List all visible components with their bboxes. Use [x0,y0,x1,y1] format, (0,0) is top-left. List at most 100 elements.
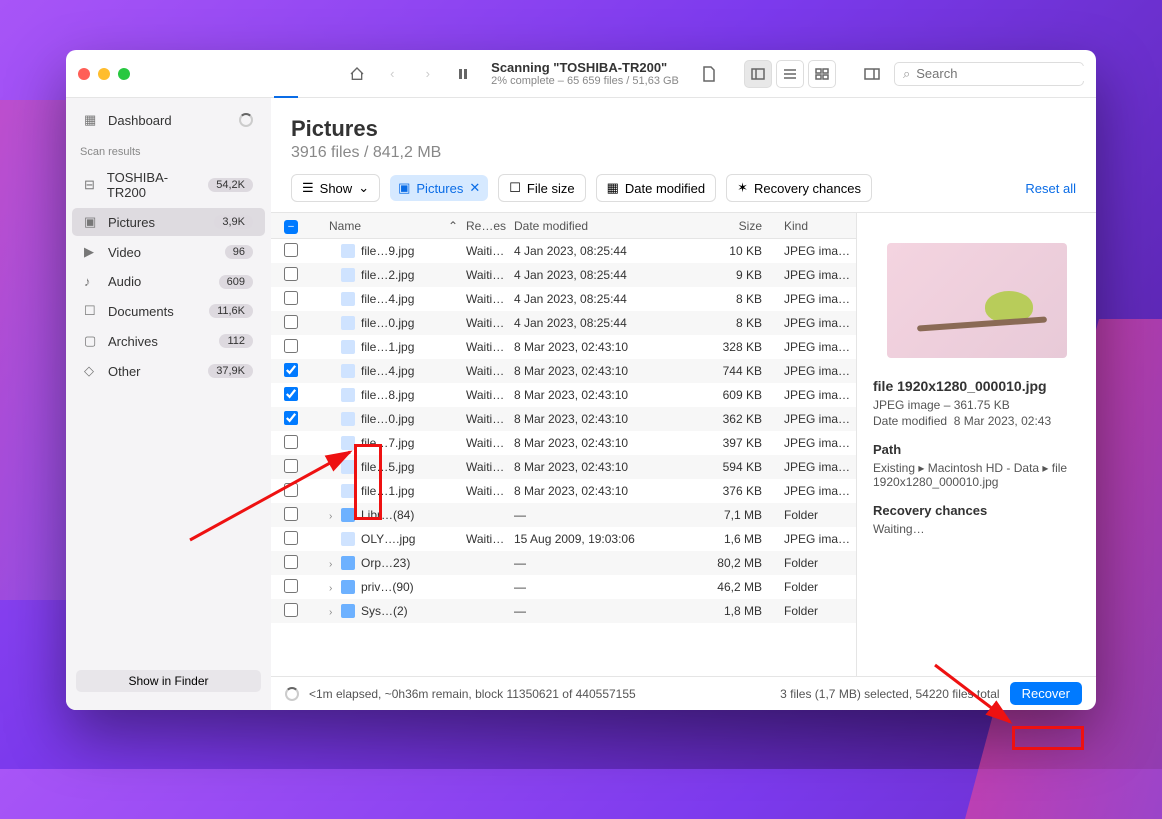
row-checkbox[interactable] [284,339,298,353]
filter-date-button[interactable]: ▦ Date modified [596,174,717,202]
spinner-icon [285,687,299,701]
sidebar-item-archives[interactable]: ▢ Archives 112 [72,327,265,355]
show-in-finder-button[interactable]: Show in Finder [76,670,261,692]
row-checkbox[interactable] [284,531,298,545]
expand-chevron-icon[interactable]: › [329,583,341,594]
table-row[interactable]: ›Sys…(2)—1,8 MBFolder [271,599,856,623]
select-all-checkbox[interactable]: – [284,220,298,234]
row-checkbox[interactable] [284,459,298,473]
table-row[interactable]: OLY….jpgWaiti…15 Aug 2009, 19:03:061,6 M… [271,527,856,551]
table-row[interactable]: file…0.jpgWaiti…8 Mar 2023, 02:43:10362 … [271,407,856,431]
row-checkbox[interactable] [284,483,298,497]
sidebar-item-documents[interactable]: ☐ Documents 11,6K [72,297,265,325]
column-date[interactable]: Date modified [514,219,674,233]
sidebar-item-pictures[interactable]: ▣ Pictures 3,9K [72,208,265,236]
count-badge: 96 [225,245,253,259]
table-row[interactable]: file…2.jpgWaiti…4 Jan 2023, 08:25:449 KB… [271,263,856,287]
home-button[interactable] [343,60,371,88]
date-modified: — [514,580,674,594]
row-checkbox[interactable] [284,435,298,449]
search-input[interactable] [916,66,1092,81]
date-modified: — [514,604,674,618]
file-size: 744 KB [674,364,774,378]
forward-button[interactable]: › [414,60,442,88]
table-row[interactable]: file…8.jpgWaiti…8 Mar 2023, 02:43:10609 … [271,383,856,407]
row-checkbox[interactable] [284,267,298,281]
file-size: 10 KB [674,244,774,258]
expand-chevron-icon[interactable]: › [329,559,341,570]
calendar-icon: ▦ [607,180,619,196]
sidebar-item-video[interactable]: ▶ Video 96 [72,238,265,266]
row-checkbox[interactable] [284,507,298,521]
file-kind: Folder [774,604,856,618]
row-checkbox[interactable] [284,411,298,425]
table-row[interactable]: file…0.jpgWaiti…4 Jan 2023, 08:25:448 KB… [271,311,856,335]
sidebar-toggle-button[interactable] [858,60,886,88]
row-checkbox[interactable] [284,363,298,377]
filter-chip-pictures[interactable]: ▣ Pictures ✕ [390,175,488,201]
sidebar-item-other[interactable]: ◇ Other 37,9K [72,357,265,385]
table-header: – Name ⌃ Re…es Date modified Size Kind [271,213,856,239]
window-controls [78,68,130,80]
zoom-window-button[interactable] [118,68,130,80]
file-icon [341,316,355,330]
row-checkbox[interactable] [284,603,298,617]
sidebar-item-drive[interactable]: ⊟ TOSHIBA-TR200 54,2K [72,164,265,206]
table-row[interactable]: file…4.jpgWaiti…4 Jan 2023, 08:25:448 KB… [271,287,856,311]
sidebar-item-label: Documents [108,304,174,319]
view-grid-button[interactable] [808,60,836,88]
table-row[interactable]: file…1.jpgWaiti…8 Mar 2023, 02:43:10376 … [271,479,856,503]
row-checkbox[interactable] [284,579,298,593]
back-button[interactable]: ‹ [379,60,407,88]
filter-file-size-button[interactable]: ☐ File size [498,174,585,202]
status-selected: 3 files (1,7 MB) selected, 54220 files t… [780,687,999,701]
table-row[interactable]: file…9.jpgWaiti…4 Jan 2023, 08:25:4410 K… [271,239,856,263]
row-checkbox[interactable] [284,555,298,569]
table-row[interactable]: file…5.jpgWaiti…8 Mar 2023, 02:43:10594 … [271,455,856,479]
table-row[interactable]: file…4.jpgWaiti…8 Mar 2023, 02:43:10744 … [271,359,856,383]
close-window-button[interactable] [78,68,90,80]
file-size: 594 KB [674,460,774,474]
column-size[interactable]: Size [674,219,774,233]
column-recovery[interactable]: Re…es [466,219,514,233]
expand-chevron-icon[interactable]: › [329,607,341,618]
row-checkbox[interactable] [284,291,298,305]
row-checkbox[interactable] [284,243,298,257]
recovery-status: Waiti… [466,268,514,282]
chip-label: Date modified [625,181,705,196]
recover-button[interactable]: Recover [1010,682,1082,705]
reset-all-link[interactable]: Reset all [1025,181,1076,196]
column-name[interactable]: Name ⌃ [311,219,466,233]
count-badge: 54,2K [208,178,253,192]
pause-scan-button[interactable] [450,60,478,88]
file-kind: JPEG ima… [774,388,856,402]
column-kind[interactable]: Kind [774,219,856,233]
table-row[interactable]: ›priv…(90)—46,2 MBFolder [271,575,856,599]
search-box[interactable]: ⌕ [894,62,1084,86]
file-icon [341,460,355,474]
row-checkbox[interactable] [284,387,298,401]
sidebar-item-audio[interactable]: ♪ Audio 609 [72,268,265,295]
sort-icon: ⌃ [448,219,458,233]
minimize-window-button[interactable] [98,68,110,80]
document-icon[interactable] [695,60,723,88]
folder-icon [341,580,355,594]
table-row[interactable]: ›Orp…23)—80,2 MBFolder [271,551,856,575]
show-filter-button[interactable]: ☰ Show ⌄ [291,174,380,202]
row-checkbox[interactable] [284,315,298,329]
filter-recovery-button[interactable]: ✶ Recovery chances [726,174,872,202]
date-modified: — [514,508,674,522]
table-row[interactable]: file…1.jpgWaiti…8 Mar 2023, 02:43:10328 … [271,335,856,359]
file-icon [341,244,355,258]
expand-chevron-icon[interactable]: › [329,511,341,522]
pictures-icon: ▣ [84,214,100,230]
table-row[interactable]: ›Libr…(84)—7,1 MBFolder [271,503,856,527]
table-row[interactable]: file…7.jpgWaiti…8 Mar 2023, 02:43:10397 … [271,431,856,455]
file-kind: JPEG ima… [774,364,856,378]
file-size: 9 KB [674,268,774,282]
view-columns-button[interactable] [744,60,772,88]
close-icon[interactable]: ✕ [469,180,480,196]
file-table: – Name ⌃ Re…es Date modified Size Kind f… [271,213,856,676]
sidebar-dashboard[interactable]: ▦ Dashboard [72,106,265,134]
view-list-button[interactable] [776,60,804,88]
